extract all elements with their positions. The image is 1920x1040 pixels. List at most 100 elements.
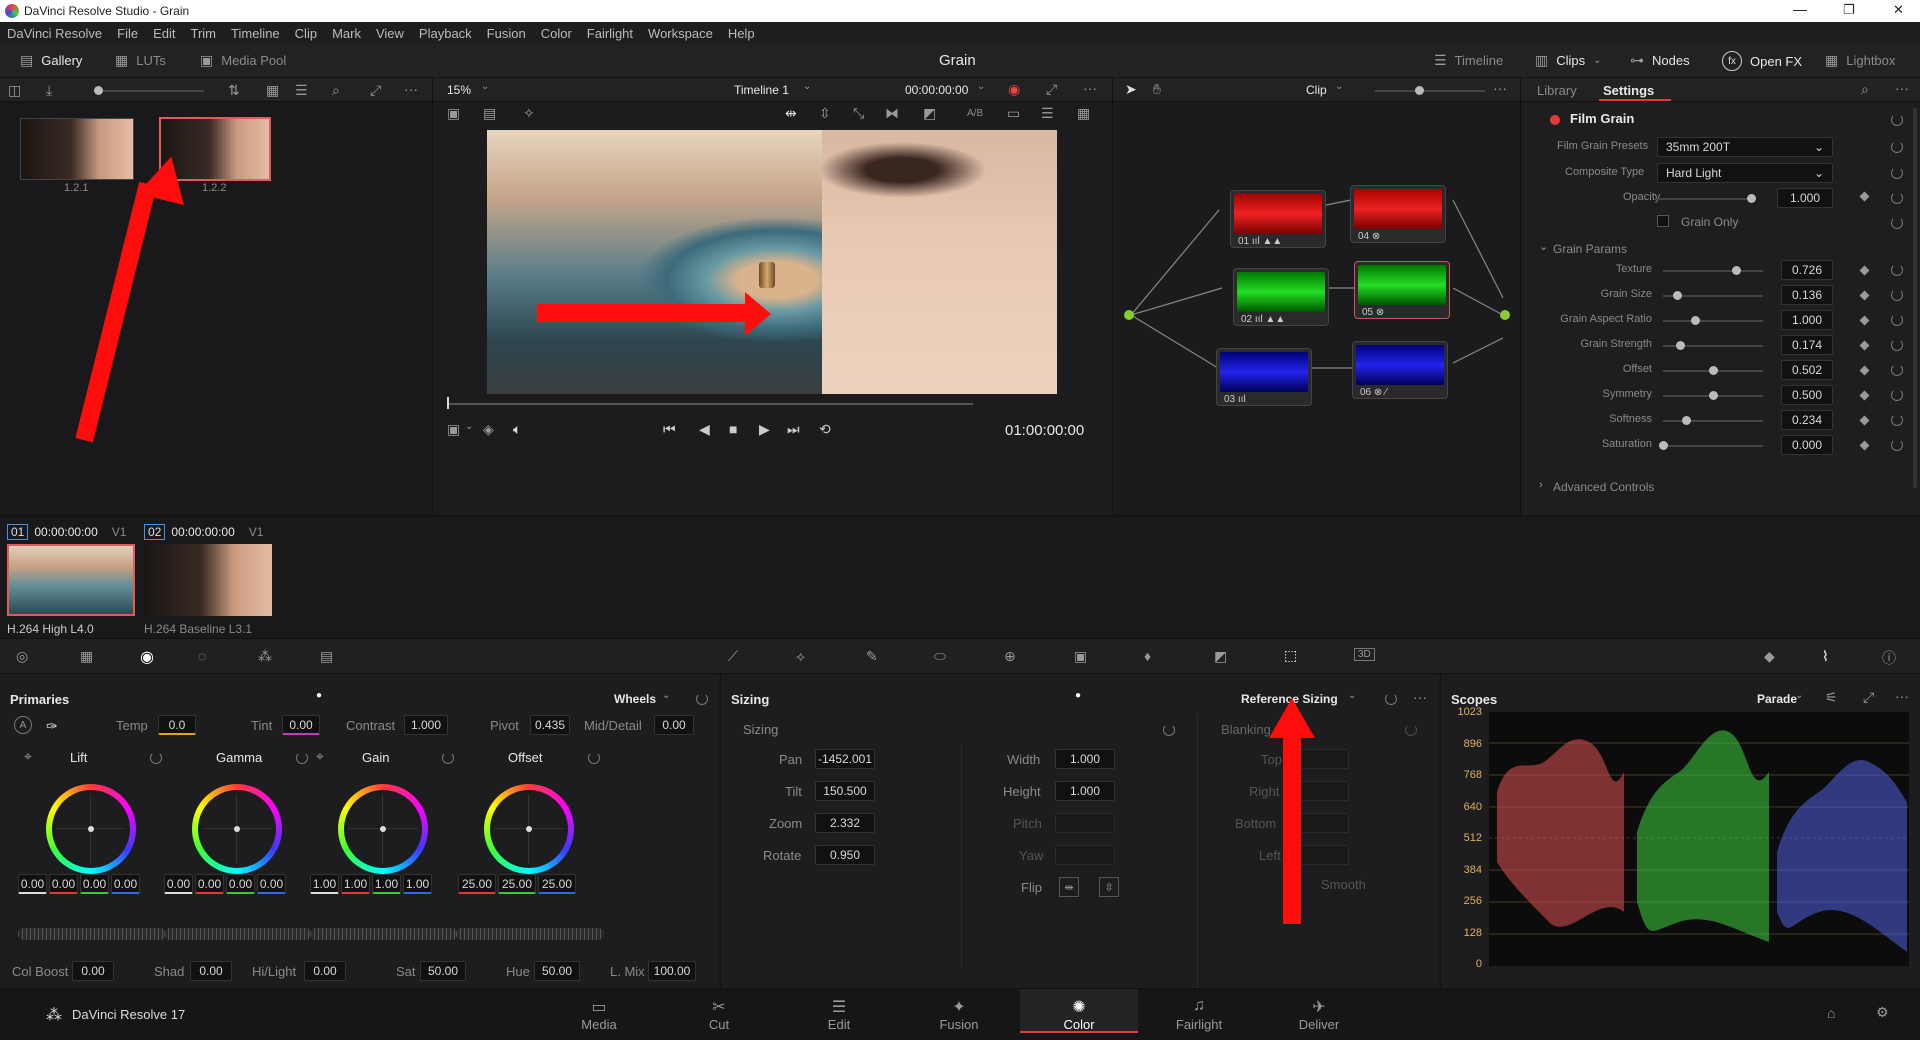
reverse-play-icon[interactable]: ◀: [699, 421, 710, 438]
fullscreen-icon[interactable]: ⤢: [1863, 689, 1874, 706]
horizontal-wipe-icon[interactable]: ⇹: [785, 105, 797, 122]
node-01[interactable]: 01 ııl ▲▲: [1230, 190, 1326, 248]
menu-item[interactable]: Playback: [419, 26, 472, 41]
yaw-field[interactable]: [1055, 845, 1115, 865]
scopes-icon[interactable]: ⌇: [1822, 648, 1829, 665]
chevron-down-icon[interactable]: ⌄: [662, 690, 670, 701]
chevron-down-icon[interactable]: ⌄: [1539, 240, 1548, 253]
wheel-value[interactable]: 1.00: [310, 874, 339, 894]
reset-icon[interactable]: [1891, 141, 1903, 153]
master-wheel[interactable]: [164, 928, 312, 940]
reset-icon[interactable]: [442, 752, 454, 764]
nav-page-cut[interactable]: ✂ Cut: [660, 997, 778, 1032]
reset-icon[interactable]: [1163, 724, 1175, 736]
param-value[interactable]: 0.136: [1781, 285, 1833, 305]
wheel-value[interactable]: 0.00: [164, 874, 193, 894]
crosshair-icon[interactable]: ⌖: [316, 748, 324, 765]
reset-icon[interactable]: [1385, 693, 1397, 705]
top-field[interactable]: [1295, 749, 1349, 769]
wheel-value[interactable]: 25.00: [458, 874, 496, 894]
hdr-icon[interactable]: ◌: [198, 648, 206, 664]
chevron-down-icon[interactable]: ⌄: [1795, 690, 1803, 701]
grab-still-icon[interactable]: ⤓: [46, 82, 52, 99]
maximize-button[interactable]: ❐: [1843, 2, 1855, 18]
more-options-icon[interactable]: ···: [1895, 80, 1909, 96]
nodes-button[interactable]: ⊶ Nodes: [1630, 52, 1690, 69]
menu-item[interactable]: Clip: [295, 26, 317, 41]
scope-mode-select[interactable]: Parade: [1757, 692, 1797, 706]
param-value[interactable]: 0.726: [1781, 260, 1833, 280]
tilt-field[interactable]: 150.500: [815, 781, 875, 801]
reset-icon[interactable]: [1891, 289, 1903, 301]
grain-params-header[interactable]: Grain Params: [1553, 242, 1627, 256]
param-value[interactable]: 0.234: [1781, 410, 1833, 430]
menu-item[interactable]: Edit: [153, 26, 175, 41]
flip-vertical-icon[interactable]: ⇳: [1099, 877, 1119, 897]
multi-grid-icon[interactable]: ▦: [1077, 105, 1090, 122]
nav-page-edit[interactable]: ☰ Edit: [780, 997, 898, 1032]
rgb-mixer-icon[interactable]: ⁂: [258, 648, 272, 665]
wheel-value[interactable]: 1.00: [341, 874, 370, 894]
magic-wand-icon[interactable]: ✧: [523, 105, 535, 122]
master-wheel[interactable]: [456, 928, 604, 940]
color-picker-icon[interactable]: ◉: [1008, 81, 1020, 98]
skip-to-end-icon[interactable]: ⏭︎: [787, 421, 800, 438]
pivot-field[interactable]: 0.435: [530, 715, 570, 735]
opacity-value[interactable]: 1.000: [1777, 188, 1833, 208]
wheel-value[interactable]: 25.00: [538, 874, 576, 894]
tab-settings[interactable]: Settings: [1603, 83, 1654, 98]
keyframe-icon[interactable]: [1859, 315, 1870, 326]
param-value[interactable]: 0.502: [1781, 360, 1833, 380]
sidebar-toggle-icon[interactable]: ◫: [8, 82, 21, 99]
grain-only-checkbox[interactable]: [1657, 215, 1669, 227]
key-icon[interactable]: ◩: [1214, 648, 1227, 665]
sort-icon[interactable]: ⇅: [228, 82, 240, 99]
tint-field[interactable]: 0.00: [282, 715, 320, 735]
color-wheel[interactable]: [484, 784, 574, 874]
home-icon[interactable]: ⌂: [1827, 1005, 1835, 1021]
blur-icon[interactable]: ♦: [1144, 648, 1151, 664]
thumbnail-size-slider[interactable]: [94, 86, 204, 95]
reset-icon[interactable]: [1891, 264, 1903, 276]
tab-library[interactable]: Library: [1537, 83, 1577, 98]
param-slider[interactable]: [1663, 291, 1763, 300]
media-pool-button[interactable]: ▣ Media Pool: [200, 52, 286, 69]
viewer-mode-icon[interactable]: ▣: [447, 421, 460, 438]
keyframes-icon[interactable]: ◆: [1764, 648, 1775, 665]
keyframe-icon[interactable]: [1859, 191, 1870, 202]
luts-button[interactable]: ▦ LUTs: [115, 52, 166, 69]
composite-type-select[interactable]: Hard Light ⌄: [1657, 163, 1833, 183]
wheel-value[interactable]: 0.00: [80, 874, 109, 894]
node-02[interactable]: 02 ııl ▲▲: [1233, 268, 1329, 326]
param-value[interactable]: 0.000: [1781, 435, 1833, 455]
opacity-slider[interactable]: [1655, 194, 1756, 203]
col-boost-field[interactable]: 0.00: [72, 961, 114, 981]
film-grain-presets-select[interactable]: 35mm 200T ⌄: [1657, 137, 1833, 157]
color-match-icon[interactable]: ▦: [80, 648, 93, 665]
advanced-controls-header[interactable]: Advanced Controls: [1553, 480, 1654, 494]
reset-icon[interactable]: [1891, 217, 1903, 229]
nav-page-color[interactable]: ✺ Color: [1020, 989, 1138, 1033]
panel-scrollbar[interactable]: [1913, 108, 1917, 488]
keyframe-icon[interactable]: [1859, 265, 1870, 276]
width-field[interactable]: 1.000: [1055, 749, 1115, 769]
list-view-icon[interactable]: ☰: [295, 82, 308, 99]
shad-field[interactable]: 0.00: [190, 961, 232, 981]
nav-page-fairlight[interactable]: ♫ Fairlight: [1140, 997, 1258, 1032]
menu-item[interactable]: Mark: [332, 26, 361, 41]
vertical-wipe-icon[interactable]: ⇳: [819, 105, 831, 122]
motion-effects-icon[interactable]: ▤: [320, 648, 333, 665]
sat-field[interactable]: 50.00: [420, 961, 466, 981]
lmix-field[interactable]: 100.00: [648, 961, 696, 981]
keyframe-icon[interactable]: [1859, 440, 1870, 451]
volume-icon[interactable]: 🔈︎: [513, 421, 521, 438]
list-icon[interactable]: ☰: [1041, 105, 1054, 122]
reset-icon[interactable]: [588, 752, 600, 764]
master-wheel[interactable]: [310, 928, 458, 940]
reset-icon[interactable]: [1891, 114, 1903, 126]
fullscreen-icon[interactable]: ⤢: [1046, 81, 1057, 98]
pan-field[interactable]: -1452.001: [815, 749, 875, 769]
node-06[interactable]: 06 ⊗ ∕: [1352, 341, 1448, 399]
reset-icon[interactable]: [1891, 364, 1903, 376]
minimize-button[interactable]: —: [1793, 1, 1807, 17]
